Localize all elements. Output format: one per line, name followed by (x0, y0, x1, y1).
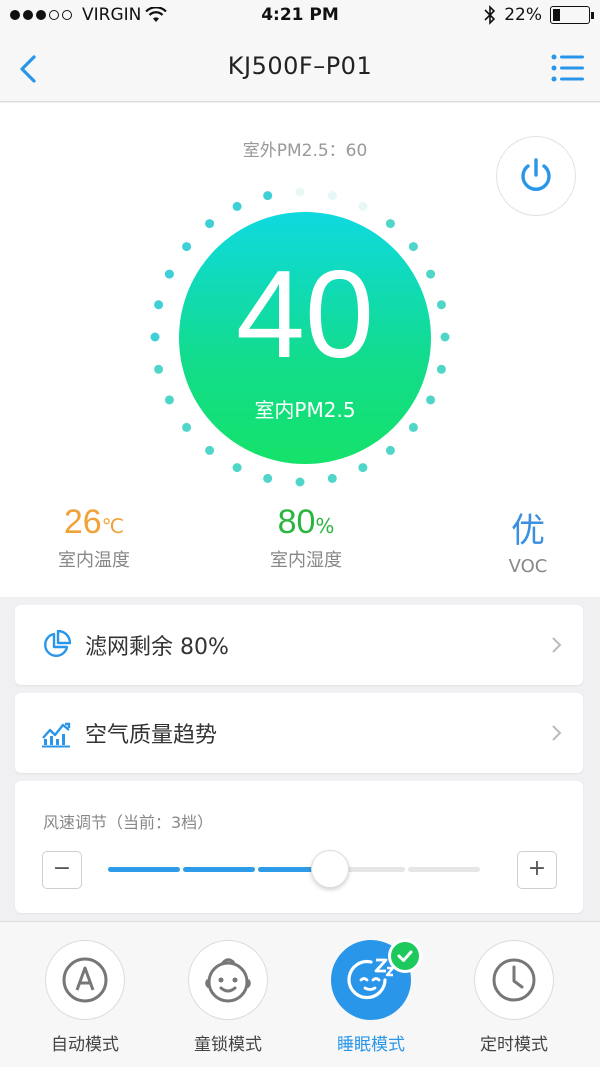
dial-dot (385, 445, 395, 455)
dial-dot (150, 332, 160, 342)
dial-dot (385, 219, 395, 229)
temperature-label: 室内温度 (58, 550, 130, 571)
dial-dot (436, 364, 446, 374)
bluetooth-icon (484, 5, 496, 25)
power-button[interactable] (496, 136, 576, 216)
mode-child-lock-button[interactable] (188, 940, 268, 1020)
mode-bar: 自动模式 童锁模式 睡眠模式 定时模式 (0, 921, 600, 1067)
wind-decrease-button[interactable]: − (42, 851, 82, 889)
filter-card[interactable]: 滤网剩余 80% (15, 605, 583, 685)
dial-dot (436, 300, 446, 310)
indoor-pm-value: 40 (236, 246, 374, 384)
pie-chart-icon (44, 630, 71, 657)
voc-value: 优 (511, 512, 545, 550)
dial-dot (327, 473, 337, 483)
mode-auto[interactable]: 自动模式 (30, 940, 140, 1055)
voc-label: VOC (508, 556, 548, 577)
humidity-label: 室内湿度 (270, 550, 342, 571)
dial-dot (154, 300, 164, 310)
indoor-pm-circle: 40 室内PM2.5 (179, 212, 431, 464)
wind-slider-segment (408, 867, 480, 872)
mode-timer[interactable]: 定时模式 (459, 940, 569, 1055)
dial-dot (164, 269, 174, 279)
active-check-icon (388, 939, 422, 973)
air-trend-card[interactable]: 空气质量趋势 (15, 693, 583, 773)
wind-slider-knob[interactable] (311, 850, 349, 888)
mode-timer-button[interactable] (474, 940, 554, 1020)
air-trend-label: 空气质量趋势 (85, 723, 218, 748)
chevron-left-icon (20, 55, 36, 83)
dial-dot (358, 463, 368, 473)
chevron-right-icon (552, 725, 562, 741)
mode-auto-label: 自动模式 (51, 1035, 119, 1055)
indoor-pm-label: 室内PM2.5 (254, 398, 356, 422)
mode-child-lock[interactable]: 童锁模式 (173, 940, 283, 1055)
power-icon (521, 158, 551, 191)
chevron-right-icon (552, 637, 562, 653)
dial-dot (263, 191, 273, 201)
dial-dot (154, 364, 164, 374)
humidity-unit: % (315, 514, 335, 538)
list-menu-icon (551, 54, 584, 82)
dial-dot (205, 219, 215, 229)
filter-row: 滤网剩余 80% (15, 605, 583, 685)
mode-sleep-button[interactable] (331, 939, 422, 1020)
navigation-bar: KJ500F–P01 (0, 34, 600, 102)
wind-speed-card: 风速调节（当前：3档） − + (15, 781, 583, 913)
child-lock-icon (205, 958, 251, 1003)
metric-voc: 优 VOC (438, 503, 600, 577)
mode-timer-label: 定时模式 (480, 1035, 548, 1055)
wind-speed-title: 风速调节（当前：3档） (43, 813, 214, 832)
wind-slider-segment (183, 867, 255, 872)
filter-remaining-label: 滤网剩余 80% (85, 635, 229, 660)
status-right: 22% (484, 5, 594, 25)
humidity-value: 80 (277, 503, 316, 541)
air-quality-panel: 室外PM2.5：60 40 室内PM2.5 26℃ 室内温度 80% 室内湿度 … (0, 103, 600, 597)
page-title: KJ500F–P01 (227, 52, 373, 80)
dial-dot (182, 422, 192, 432)
mode-sleep[interactable]: 睡眠模式 (316, 939, 426, 1055)
mode-sleep-label: 睡眠模式 (337, 1035, 405, 1055)
mode-child-lock-label: 童锁模式 (194, 1035, 262, 1055)
auto-mode-icon (62, 957, 108, 1003)
air-trend-row: 空气质量趋势 (15, 693, 583, 773)
dial-dot (164, 395, 174, 405)
dial-dot (263, 473, 273, 483)
trend-chart-icon (42, 722, 71, 748)
dial-dot (295, 477, 305, 487)
battery-icon (550, 6, 594, 24)
metric-temperature: 26℃ 室内温度 (4, 503, 184, 572)
temperature-value: 26 (63, 503, 102, 541)
dial-dot (295, 187, 305, 197)
battery-level-fill (553, 9, 560, 21)
battery-percent: 22% (504, 5, 542, 25)
dial-dot (408, 422, 418, 432)
dial-dot (205, 445, 215, 455)
dial-dot (358, 201, 368, 211)
dial-dot (232, 463, 242, 473)
dial-dot (232, 201, 242, 211)
wind-increase-button[interactable]: + (517, 851, 557, 889)
metric-humidity: 80% 室内湿度 (216, 503, 396, 572)
mode-auto-button[interactable] (45, 940, 125, 1020)
timer-icon (492, 958, 536, 1002)
dial-dot (440, 332, 450, 342)
status-bar: VIRGIN 4:21 PM 22% (0, 0, 600, 34)
menu-button[interactable] (550, 50, 586, 86)
back-button[interactable] (12, 48, 52, 88)
temperature-unit: ℃ (101, 514, 125, 538)
dial-dot (327, 191, 337, 201)
wind-slider-segment (108, 867, 180, 872)
